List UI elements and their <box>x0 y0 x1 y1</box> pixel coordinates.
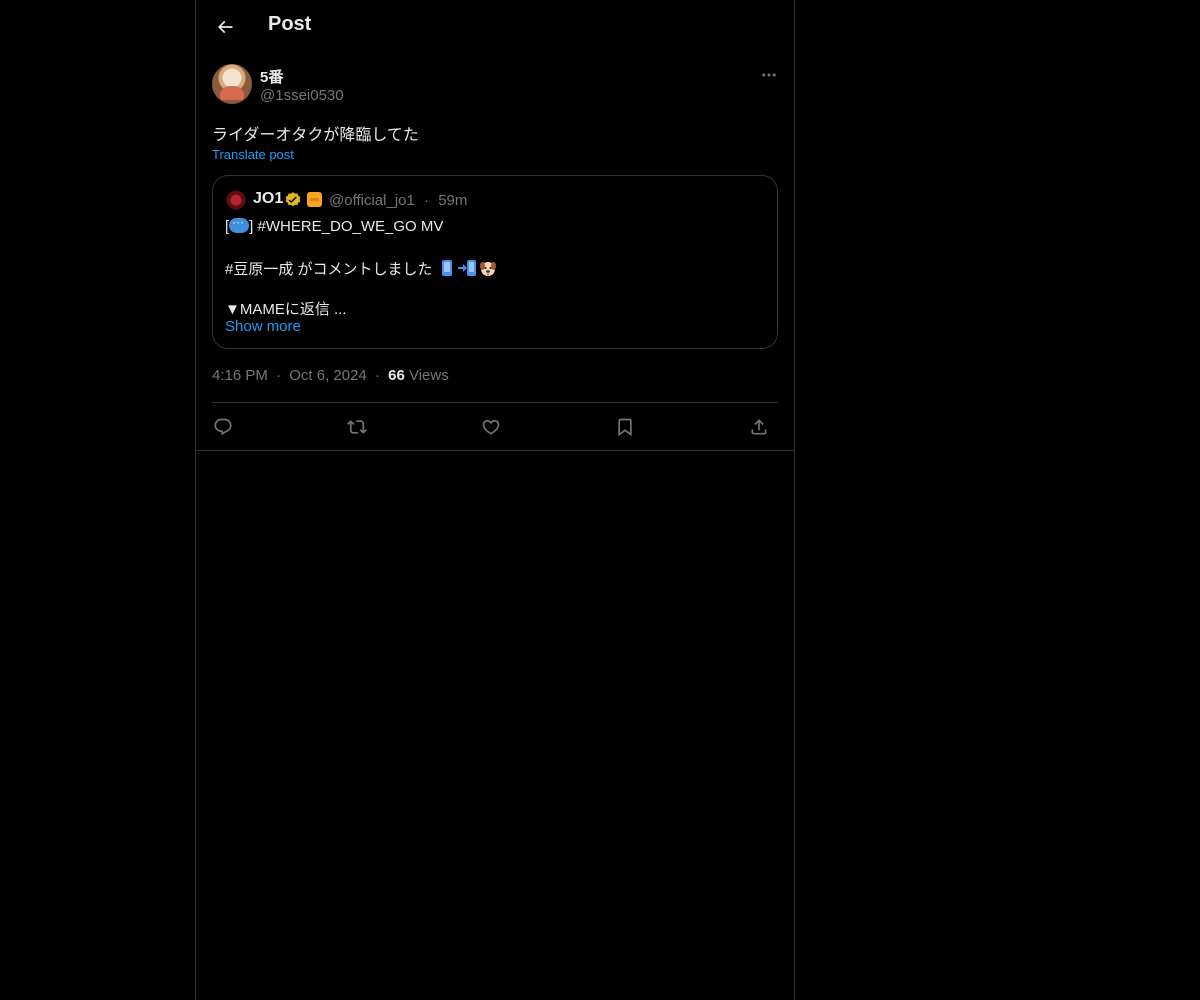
quoted-line-3: ▼MAMEに返信 ... <box>225 301 347 318</box>
share-icon <box>749 417 769 437</box>
quoted-line-2: #豆原一成 がコメントしました <box>225 258 497 279</box>
quoted-handle: @official_jo1 <box>329 192 415 209</box>
author-handle[interactable]: @1ssei0530 <box>260 87 344 104</box>
post-time[interactable]: 4:16 PM <box>212 367 268 384</box>
post-date[interactable]: Oct 6, 2024 <box>289 367 367 384</box>
quoted-line-1: [] #WHERE_DO_WE_GO MV <box>225 215 443 235</box>
back-button[interactable] <box>208 10 242 44</box>
post-metadata: 4:16 PM · Oct 6, 2024 · 66 Views <box>212 367 449 384</box>
separator-dot: · <box>424 192 430 209</box>
views-label: Views <box>408 367 449 384</box>
mobile-phone-icon <box>439 259 455 277</box>
divider <box>196 450 794 451</box>
avatar[interactable] <box>212 64 252 104</box>
separator-dot: · <box>374 367 380 384</box>
affiliation-badge-icon <box>307 192 322 207</box>
like-button[interactable] <box>476 412 506 442</box>
quoted-post[interactable]: JO1 @official_jo1 · 59m [] #WHERE_DO_WE_… <box>212 175 778 349</box>
more-options-button[interactable] <box>756 64 782 86</box>
quoted-time: 59m <box>438 192 468 209</box>
translate-post-link[interactable]: Translate post <box>212 147 294 162</box>
repost-icon <box>347 417 367 437</box>
phone-arrow-icon <box>457 259 477 277</box>
quoted-display-name: JO1 <box>253 190 284 207</box>
more-horizontal-icon <box>760 66 778 84</box>
page-header: Post <box>196 0 794 53</box>
page-title: Post <box>268 13 312 35</box>
heart-icon <box>481 417 501 437</box>
speech-balloon-icon <box>229 215 250 233</box>
views-count[interactable]: 66 <box>388 367 405 384</box>
divider <box>212 402 778 403</box>
share-button[interactable] <box>744 412 774 442</box>
post-text: ライダーオタクが降臨してた <box>212 127 419 144</box>
reply-icon <box>213 417 233 437</box>
primary-column: Post 5番 @1ssei0530 ライダーオタクが降臨してた Transla… <box>195 0 795 1000</box>
author-display-name[interactable]: 5番 <box>260 66 283 87</box>
reply-button[interactable] <box>208 412 238 442</box>
show-more-link[interactable]: Show more <box>225 318 301 335</box>
dog-face-icon <box>479 259 497 277</box>
bookmark-icon <box>615 417 635 437</box>
bookmark-button[interactable] <box>610 412 640 442</box>
arrow-left-icon <box>215 17 235 37</box>
action-bar <box>212 404 778 449</box>
verified-badge-icon <box>284 191 302 209</box>
repost-button[interactable] <box>342 412 372 442</box>
separator-dot: · <box>276 367 282 384</box>
quoted-avatar <box>225 188 247 210</box>
